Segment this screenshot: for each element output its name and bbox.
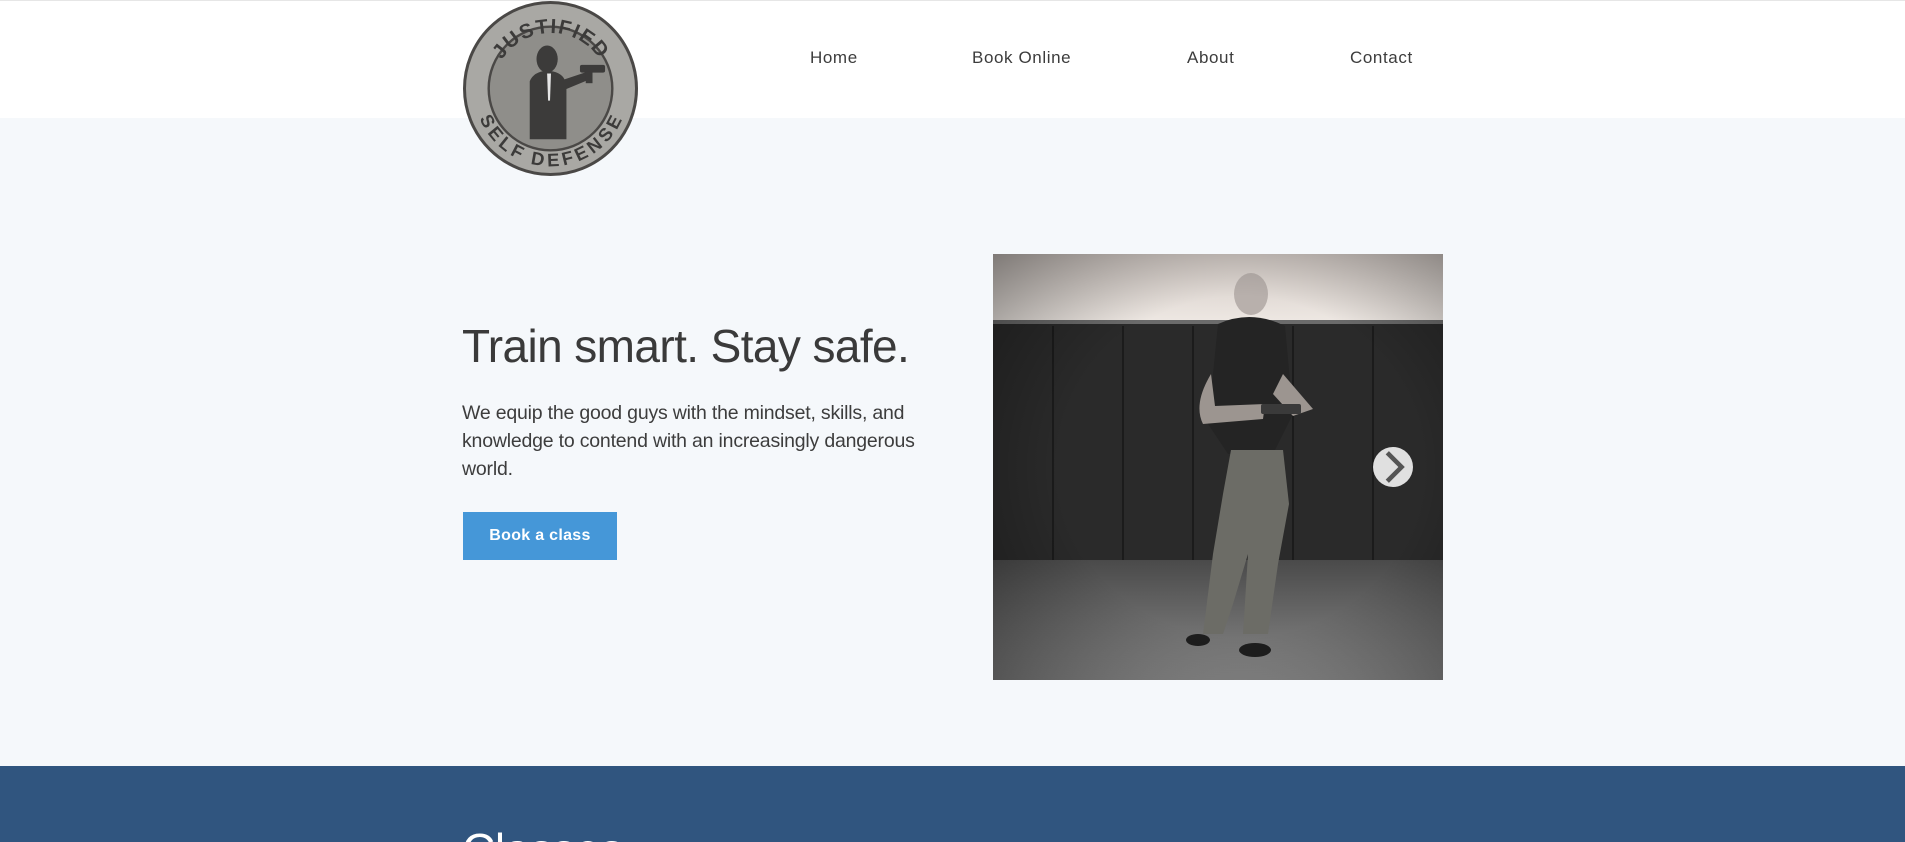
nav-item-about[interactable]: About <box>1187 48 1234 68</box>
hero-description: We equip the good guys with the mindset,… <box>462 402 915 480</box>
chevron-right-icon <box>1385 451 1405 483</box>
logo-badge-graphic: JUSTIFIED SELF DEFENSE <box>476 16 625 171</box>
nav-item-contact[interactable]: Contact <box>1350 48 1413 68</box>
classes-section: Classes <box>0 766 1905 842</box>
site-logo[interactable]: JUSTIFIED SELF DEFENSE <box>463 1 638 176</box>
book-class-button[interactable]: Book a class <box>463 512 617 560</box>
classes-title: Classes <box>462 821 623 842</box>
hero-slideshow[interactable] <box>993 254 1443 680</box>
slideshow-next-button[interactable] <box>1373 447 1413 487</box>
nav-item-book-online[interactable]: Book Online <box>972 48 1071 68</box>
hero-title: Train smart. Stay safe. <box>462 320 910 372</box>
site-header <box>0 0 1905 118</box>
nav-item-home[interactable]: Home <box>810 48 858 68</box>
